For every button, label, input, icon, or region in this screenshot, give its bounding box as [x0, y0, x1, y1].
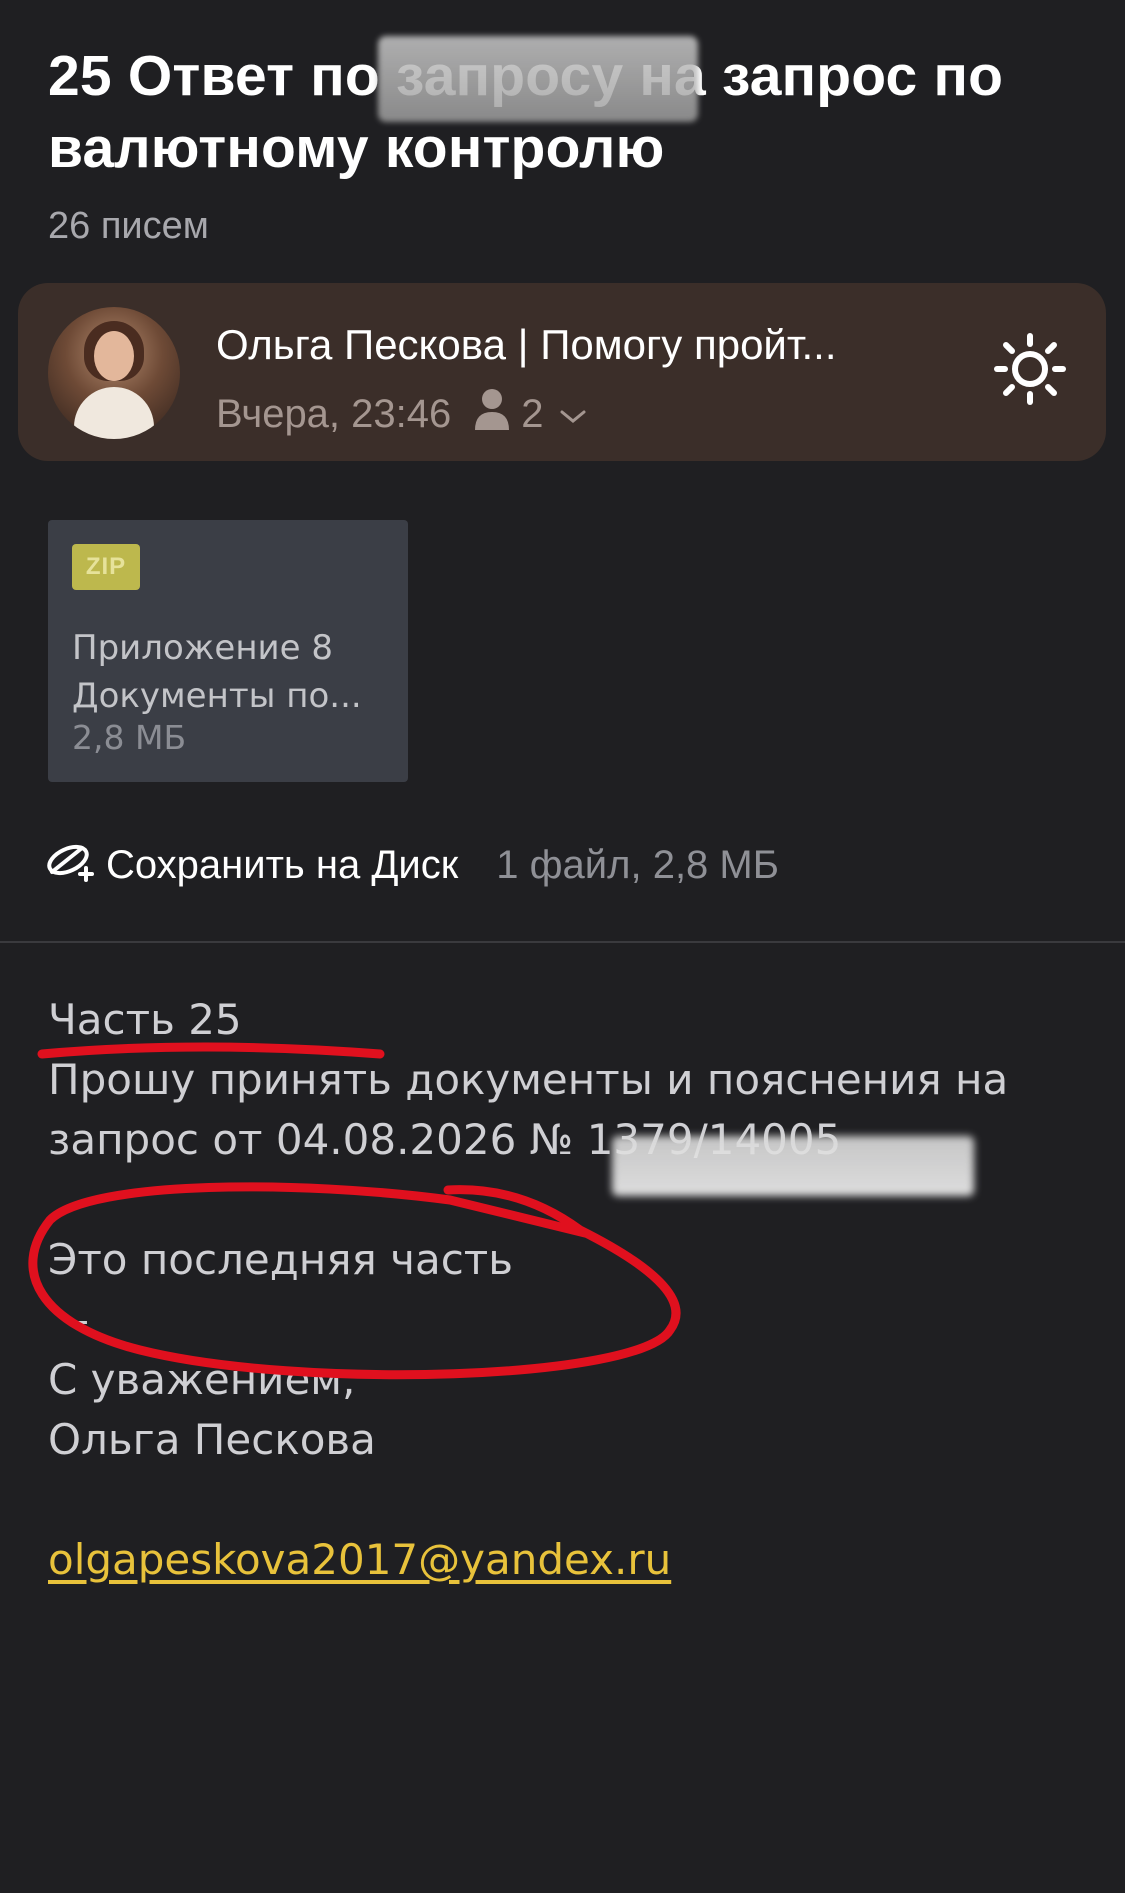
attachment-name: Приложение 8 Документы по...	[72, 624, 392, 720]
sun-icon[interactable]	[994, 333, 1066, 410]
body-line: –	[68, 1295, 89, 1344]
body-line: Ольга Пескова	[48, 1415, 376, 1464]
attachment-name-line2: Документы по...	[72, 676, 362, 716]
redaction-blur	[612, 1136, 974, 1196]
save-to-disk-button[interactable]: Сохранить на Диск	[106, 843, 458, 888]
body-line: Это последняя часть	[48, 1235, 514, 1284]
zip-badge: ZIP	[72, 544, 140, 590]
email-link[interactable]: olgapeskova2017@yandex.ru	[48, 1535, 671, 1584]
attachment-name-line1: Приложение 8	[72, 628, 334, 668]
message-time: Вчера, 23:46	[216, 391, 452, 436]
attachment-size: 2,8 МБ	[72, 718, 187, 757]
chevron-down-icon[interactable]	[558, 392, 588, 437]
message-header-card[interactable]: Ольга Пескова | Помогу пройт... Вчера, 2…	[18, 283, 1106, 461]
divider	[0, 941, 1125, 943]
save-to-disk-row: Сохранить на Диск 1 файл, 2,8 МБ	[46, 838, 779, 892]
message-body: Часть 25 Прошу принять документы и поясн…	[48, 990, 1088, 1590]
disk-save-icon[interactable]	[46, 838, 98, 892]
attachment-tile[interactable]: ZIP Приложение 8 Документы по... 2,8 МБ	[48, 520, 408, 782]
avatar[interactable]	[48, 307, 180, 439]
message-meta[interactable]: Вчера, 23:46 2	[216, 388, 588, 440]
recipients-count: 2	[521, 391, 544, 436]
redaction-blur	[378, 36, 698, 122]
message-count: 26 писем	[48, 205, 209, 247]
body-line: Часть 25	[48, 995, 242, 1044]
person-icon	[473, 388, 511, 440]
body-line: С уважением,	[48, 1355, 356, 1404]
body-line: Прошу принять документы и пояснения на	[48, 1055, 1009, 1104]
sender-name[interactable]: Ольга Пескова | Помогу пройт...	[216, 321, 956, 369]
files-info: 1 файл, 2,8 МБ	[496, 842, 779, 887]
